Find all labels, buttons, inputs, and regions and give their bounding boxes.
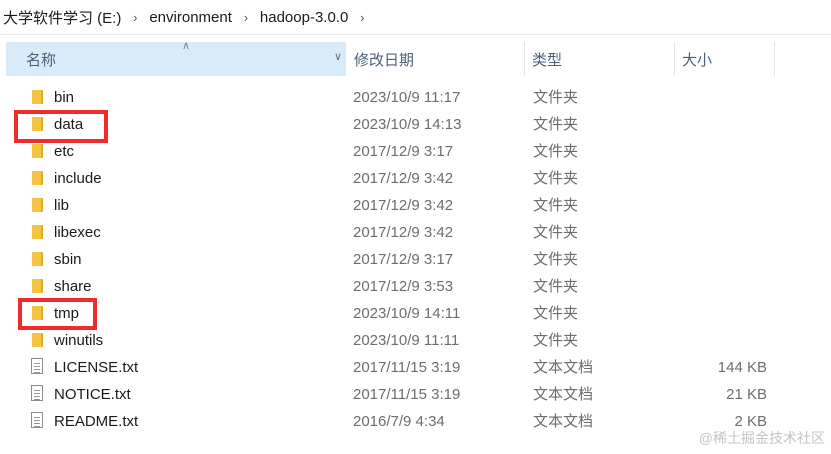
file-date: 2017/12/9 3:42 (353, 170, 454, 187)
file-name: README.txt (54, 413, 139, 430)
file-date: 2017/12/9 3:42 (353, 197, 454, 214)
file-date: 2016/7/9 4:34 (353, 413, 445, 430)
file-row[interactable]: tmp 2023/10/9 14:11 文件夹 (0, 300, 831, 327)
file-name: NOTICE.txt (54, 386, 131, 403)
file-name: share (54, 278, 92, 295)
file-list: bin 2023/10/9 11:17 文件夹 data 2023/10/9 1… (0, 84, 831, 435)
file-type: 文件夹 (533, 170, 579, 187)
folder-icon (28, 192, 48, 219)
text-file-icon (28, 408, 48, 435)
column-header-type-label: 类型 (532, 51, 563, 69)
divider (0, 34, 831, 35)
column-header-date[interactable]: 修改日期 (346, 42, 524, 76)
highlight-box-data (14, 110, 108, 143)
file-name: sbin (54, 251, 82, 268)
file-row[interactable]: libexec 2017/12/9 3:42 文件夹 (0, 219, 831, 246)
file-type: 文本文档 (533, 413, 594, 430)
file-row[interactable]: bin 2023/10/9 11:17 文件夹 (0, 84, 831, 111)
file-date: 2023/10/9 11:11 (353, 332, 460, 349)
column-divider[interactable] (774, 42, 775, 76)
highlight-box-tmp (18, 298, 97, 330)
file-row[interactable]: include 2017/12/9 3:42 文件夹 (0, 165, 831, 192)
chevron-right-icon: › (243, 9, 249, 25)
folder-icon (28, 246, 48, 273)
file-date: 2017/12/9 3:42 (353, 224, 454, 241)
file-name: lib (54, 197, 70, 214)
text-file-icon (28, 381, 48, 408)
file-row[interactable]: NOTICE.txt 2017/11/15 3:19 文本文档 21 KB (0, 381, 831, 408)
file-row[interactable]: sbin 2017/12/9 3:17 文件夹 (0, 246, 831, 273)
folder-icon (28, 219, 48, 246)
file-date: 2017/12/9 3:53 (353, 278, 454, 295)
column-header-date-label: 修改日期 (354, 51, 415, 69)
file-row[interactable]: share 2017/12/9 3:53 文件夹 (0, 273, 831, 300)
file-type: 文本文档 (533, 359, 594, 376)
file-date: 2017/12/9 3:17 (353, 251, 454, 268)
file-type: 文件夹 (533, 197, 579, 214)
text-file-icon (28, 354, 48, 381)
column-header-name[interactable]: 名称 ∧ ∨ (6, 40, 346, 76)
file-size: 144 KB (717, 359, 767, 376)
file-date: 2017/11/15 3:19 (353, 386, 461, 403)
file-date: 2017/12/9 3:17 (353, 143, 454, 160)
file-date: 2023/10/9 14:13 (353, 116, 462, 133)
chevron-right-icon: › (133, 9, 138, 25)
file-type: 文件夹 (533, 116, 579, 133)
chevron-right-icon: › (360, 9, 365, 25)
breadcrumb-item-hadoop[interactable]: hadoop-3.0.0 (258, 9, 350, 26)
file-date: 2023/10/9 14:11 (353, 305, 461, 322)
file-type: 文件夹 (533, 278, 579, 295)
file-name: LICENSE.txt (54, 359, 139, 376)
sort-ascending-icon: ∧ (182, 40, 191, 52)
column-header-size[interactable]: 大小 (674, 42, 774, 76)
file-name: bin (54, 89, 75, 106)
file-size: 21 KB (726, 386, 767, 403)
column-header-name-label: 名称 (26, 51, 57, 69)
file-type: 文件夹 (533, 332, 579, 349)
file-row[interactable]: etc 2017/12/9 3:17 文件夹 (0, 138, 831, 165)
column-header-type[interactable]: 类型 (524, 42, 674, 76)
column-header-size-label: 大小 (682, 51, 713, 69)
file-type: 文件夹 (533, 305, 579, 322)
chevron-down-icon[interactable]: ∨ (334, 50, 342, 63)
file-name: libexec (54, 224, 101, 241)
file-type: 文本文档 (533, 386, 594, 403)
file-type: 文件夹 (533, 143, 579, 160)
file-type: 文件夹 (533, 224, 579, 241)
breadcrumb-item-environment[interactable]: environment (147, 9, 234, 26)
file-date: 2017/11/15 3:19 (353, 359, 461, 376)
breadcrumb-item-drive[interactable]: 大学软件学习 (E:) (1, 7, 123, 28)
file-name: include (54, 170, 102, 187)
folder-icon (28, 165, 48, 192)
file-row[interactable]: data 2023/10/9 14:13 文件夹 (0, 111, 831, 138)
folder-icon (28, 84, 48, 111)
folder-icon (28, 273, 48, 300)
file-name: winutils (54, 332, 104, 349)
folder-icon (28, 327, 48, 354)
column-header-row: 名称 ∧ ∨ 修改日期 类型 大小 (0, 40, 831, 76)
file-row[interactable]: winutils 2023/10/9 11:11 文件夹 (0, 327, 831, 354)
file-date: 2023/10/9 11:17 (353, 89, 461, 106)
file-row[interactable]: lib 2017/12/9 3:42 文件夹 (0, 192, 831, 219)
file-type: 文件夹 (533, 89, 579, 106)
file-row[interactable]: LICENSE.txt 2017/11/15 3:19 文本文档 144 KB (0, 354, 831, 381)
breadcrumb: 大学软件学习 (E:) › environment › hadoop-3.0.0… (0, 0, 831, 34)
file-type: 文件夹 (533, 251, 579, 268)
watermark: @稀土掘金技术社区 (698, 430, 825, 446)
